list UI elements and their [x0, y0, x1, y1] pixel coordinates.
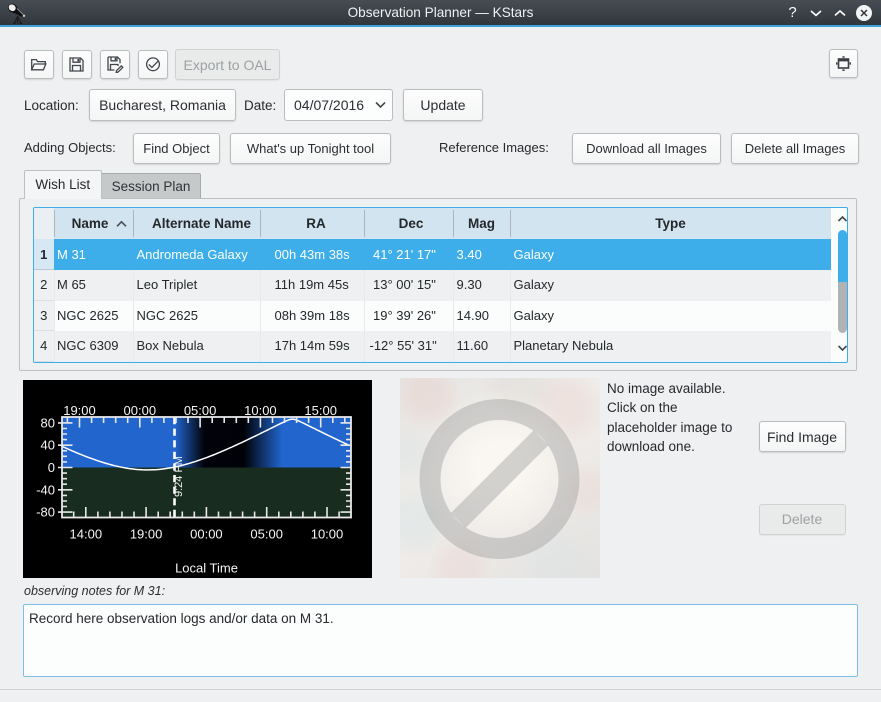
svg-text:05:00: 05:00 [250, 527, 283, 542]
svg-text:0: 0 [48, 460, 55, 475]
svg-text:-40: -40 [36, 482, 55, 497]
svg-text:80: 80 [41, 415, 55, 430]
svg-text:00:00: 00:00 [124, 403, 157, 418]
svg-text:19:00: 19:00 [130, 527, 163, 542]
svg-text:19:00: 19:00 [63, 403, 96, 418]
svg-text:-80: -80 [36, 505, 55, 520]
svg-text:40: 40 [41, 438, 55, 453]
svg-text:10:00: 10:00 [311, 527, 344, 542]
svg-text:05:00: 05:00 [184, 403, 217, 418]
svg-text:15:00: 15:00 [304, 403, 337, 418]
svg-text:9:24 PM: 9:24 PM [173, 456, 185, 497]
svg-text:Local Time: Local Time [175, 561, 238, 576]
svg-text:10:00: 10:00 [244, 403, 277, 418]
svg-text:14:00: 14:00 [70, 527, 103, 542]
svg-text:00:00: 00:00 [190, 527, 223, 542]
